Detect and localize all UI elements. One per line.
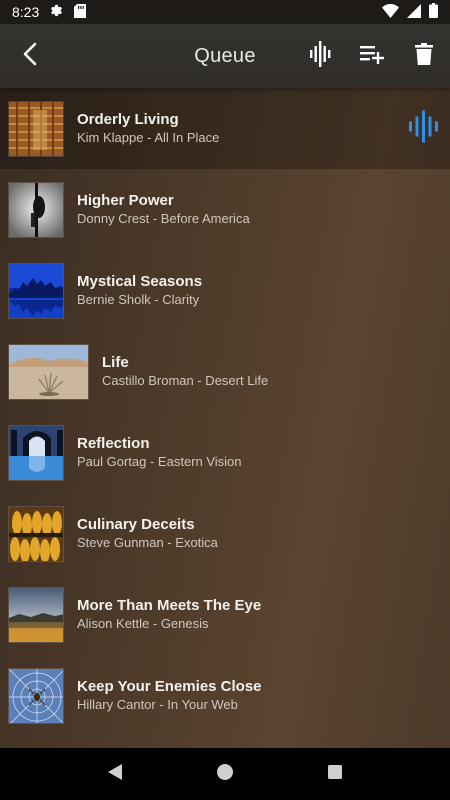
track-artist-album: Alison Kettle - Genesis — [77, 616, 209, 631]
battery-icon — [429, 3, 438, 21]
track-title: Reflection — [77, 435, 150, 452]
back-arrow-icon — [22, 42, 38, 71]
album-art-thumbnail — [8, 505, 64, 562]
system-navigation-bar — [0, 748, 450, 800]
queue-item[interactable]: Life Castillo Broman - Desert Life — [0, 331, 450, 412]
wifi-icon — [382, 3, 399, 21]
track-title: Orderly Living — [77, 111, 179, 128]
track-artist-album: Steve Gunman - Exotica — [77, 535, 218, 550]
gear-icon — [49, 3, 64, 21]
track-artist-album: Bernie Sholk - Clarity — [77, 292, 200, 307]
track-title: Culinary Deceits — [77, 516, 195, 533]
album-art-thumbnail — [8, 343, 89, 400]
status-bar: 8:23 — [0, 0, 450, 24]
album-art-thumbnail — [8, 667, 64, 724]
queue-item[interactable]: Culinary Deceits Steve Gunman - Exotica — [0, 493, 450, 574]
queue-item[interactable]: Higher Power Donny Crest - Before Americ… — [0, 169, 450, 250]
back-button[interactable] — [0, 24, 60, 88]
now-playing-indicator-icon — [408, 110, 438, 147]
track-artist-album: Paul Gortag - Eastern Vision — [77, 454, 242, 469]
track-title: Life — [102, 354, 129, 371]
queue-item[interactable]: Orderly Living Kim Klappe - All In Place — [0, 88, 450, 169]
trash-icon — [415, 42, 433, 70]
status-time: 8:23 — [12, 4, 40, 20]
track-artist-album: Hillary Cantor - In Your Web — [77, 697, 238, 712]
track-title: Higher Power — [77, 192, 174, 209]
nav-home-button[interactable] — [201, 750, 249, 798]
nav-back-button[interactable] — [91, 750, 139, 798]
playlist-add-button[interactable] — [346, 24, 398, 88]
now-playing-icon — [309, 40, 331, 72]
playlist-add-icon — [360, 44, 384, 69]
recents-square-icon — [327, 764, 343, 785]
queue-item[interactable]: Mystical Seasons Bernie Sholk - Clarity — [0, 250, 450, 331]
track-artist-album: Castillo Broman - Desert Life — [102, 373, 269, 388]
queue-item[interactable]: Reflection Paul Gortag - Eastern Vision — [0, 412, 450, 493]
track-title: Keep Your Enemies Close — [77, 678, 262, 695]
home-circle-icon — [216, 763, 234, 786]
queue-list: Orderly Living Kim Klappe - All In Place — [0, 88, 450, 736]
album-art-thumbnail — [8, 424, 64, 481]
album-art-thumbnail — [8, 100, 64, 157]
queue-item[interactable]: Keep Your Enemies Close Hillary Cantor -… — [0, 655, 450, 736]
album-art-thumbnail — [8, 262, 64, 319]
track-artist-album: Kim Klappe - All In Place — [77, 130, 220, 145]
toolbar: Queue — [0, 24, 450, 88]
back-triangle-icon — [107, 763, 123, 786]
nav-recents-button[interactable] — [311, 750, 359, 798]
track-title: Mystical Seasons — [77, 273, 203, 290]
queue-screen: Queue Orderly Living Kim Klappe - All In… — [0, 24, 450, 748]
album-art-thumbnail — [8, 586, 64, 643]
queue-item[interactable]: More Than Meets The Eye Alison Kettle - … — [0, 574, 450, 655]
track-artist-album: Donny Crest - Before America — [77, 211, 250, 226]
track-title: More Than Meets The Eye — [77, 597, 262, 614]
album-art-thumbnail — [8, 181, 64, 238]
clear-queue-button[interactable] — [398, 24, 450, 88]
now-playing-button[interactable] — [294, 24, 346, 88]
sd-card-icon — [74, 3, 87, 21]
signal-icon — [407, 3, 421, 21]
